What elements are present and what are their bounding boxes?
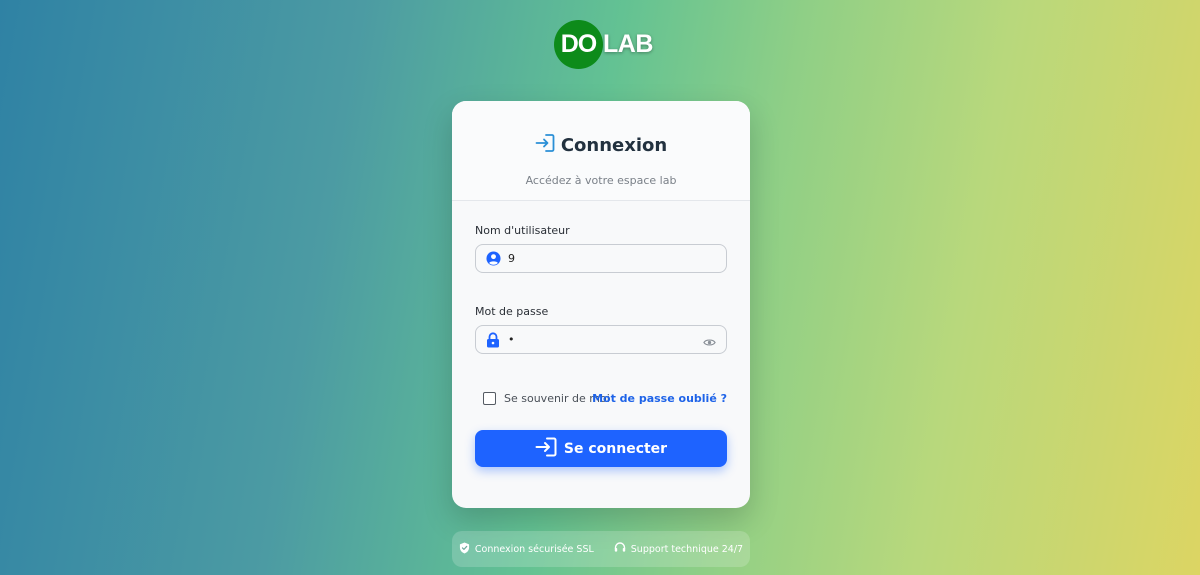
password-label: Mot de passe (475, 305, 549, 318)
lock-icon (485, 331, 501, 348)
password-input[interactable] (508, 333, 698, 346)
login-icon (535, 134, 561, 156)
remember-checkbox[interactable] (483, 392, 496, 405)
username-input[interactable] (508, 252, 698, 265)
eye-icon[interactable] (703, 333, 716, 352)
forgot-password-link[interactable]: Mot de passe oublié ? (592, 392, 727, 405)
user-circle-icon (485, 251, 501, 267)
username-label: Nom d'utilisateur (475, 224, 570, 237)
logo-text: LAB (603, 30, 653, 58)
password-field[interactable] (475, 325, 727, 354)
remember-me[interactable]: Se souvenir de moi (483, 392, 610, 405)
footer-support-label: Support technique 24/7 (630, 543, 744, 555)
logo-circle: DO (554, 20, 603, 69)
login-card: Connexion Accédez à votre espace lab Nom… (452, 101, 750, 508)
card-header: Connexion Accédez à votre espace lab (452, 101, 750, 201)
username-field[interactable] (475, 244, 727, 273)
footer-ssl-label: Connexion sécurisée SSL (474, 543, 594, 555)
shield-icon (459, 542, 475, 557)
login-button[interactable]: Se connecter (475, 430, 727, 467)
headset-icon (614, 542, 631, 556)
logo: DO LAB (554, 20, 653, 69)
title-row: Connexion (452, 134, 750, 156)
login-button-label: Se connecter (563, 440, 668, 457)
footer-item-ssl: Connexion sécurisée SSL (459, 542, 594, 557)
footer-item-support: Support technique 24/7 (614, 542, 743, 556)
login-icon (535, 437, 564, 461)
footer: Connexion sécurisée SSL Support techniqu… (452, 531, 750, 567)
card-subtitle: Accédez à votre espace lab (525, 174, 677, 187)
card-title: Connexion (560, 134, 668, 156)
